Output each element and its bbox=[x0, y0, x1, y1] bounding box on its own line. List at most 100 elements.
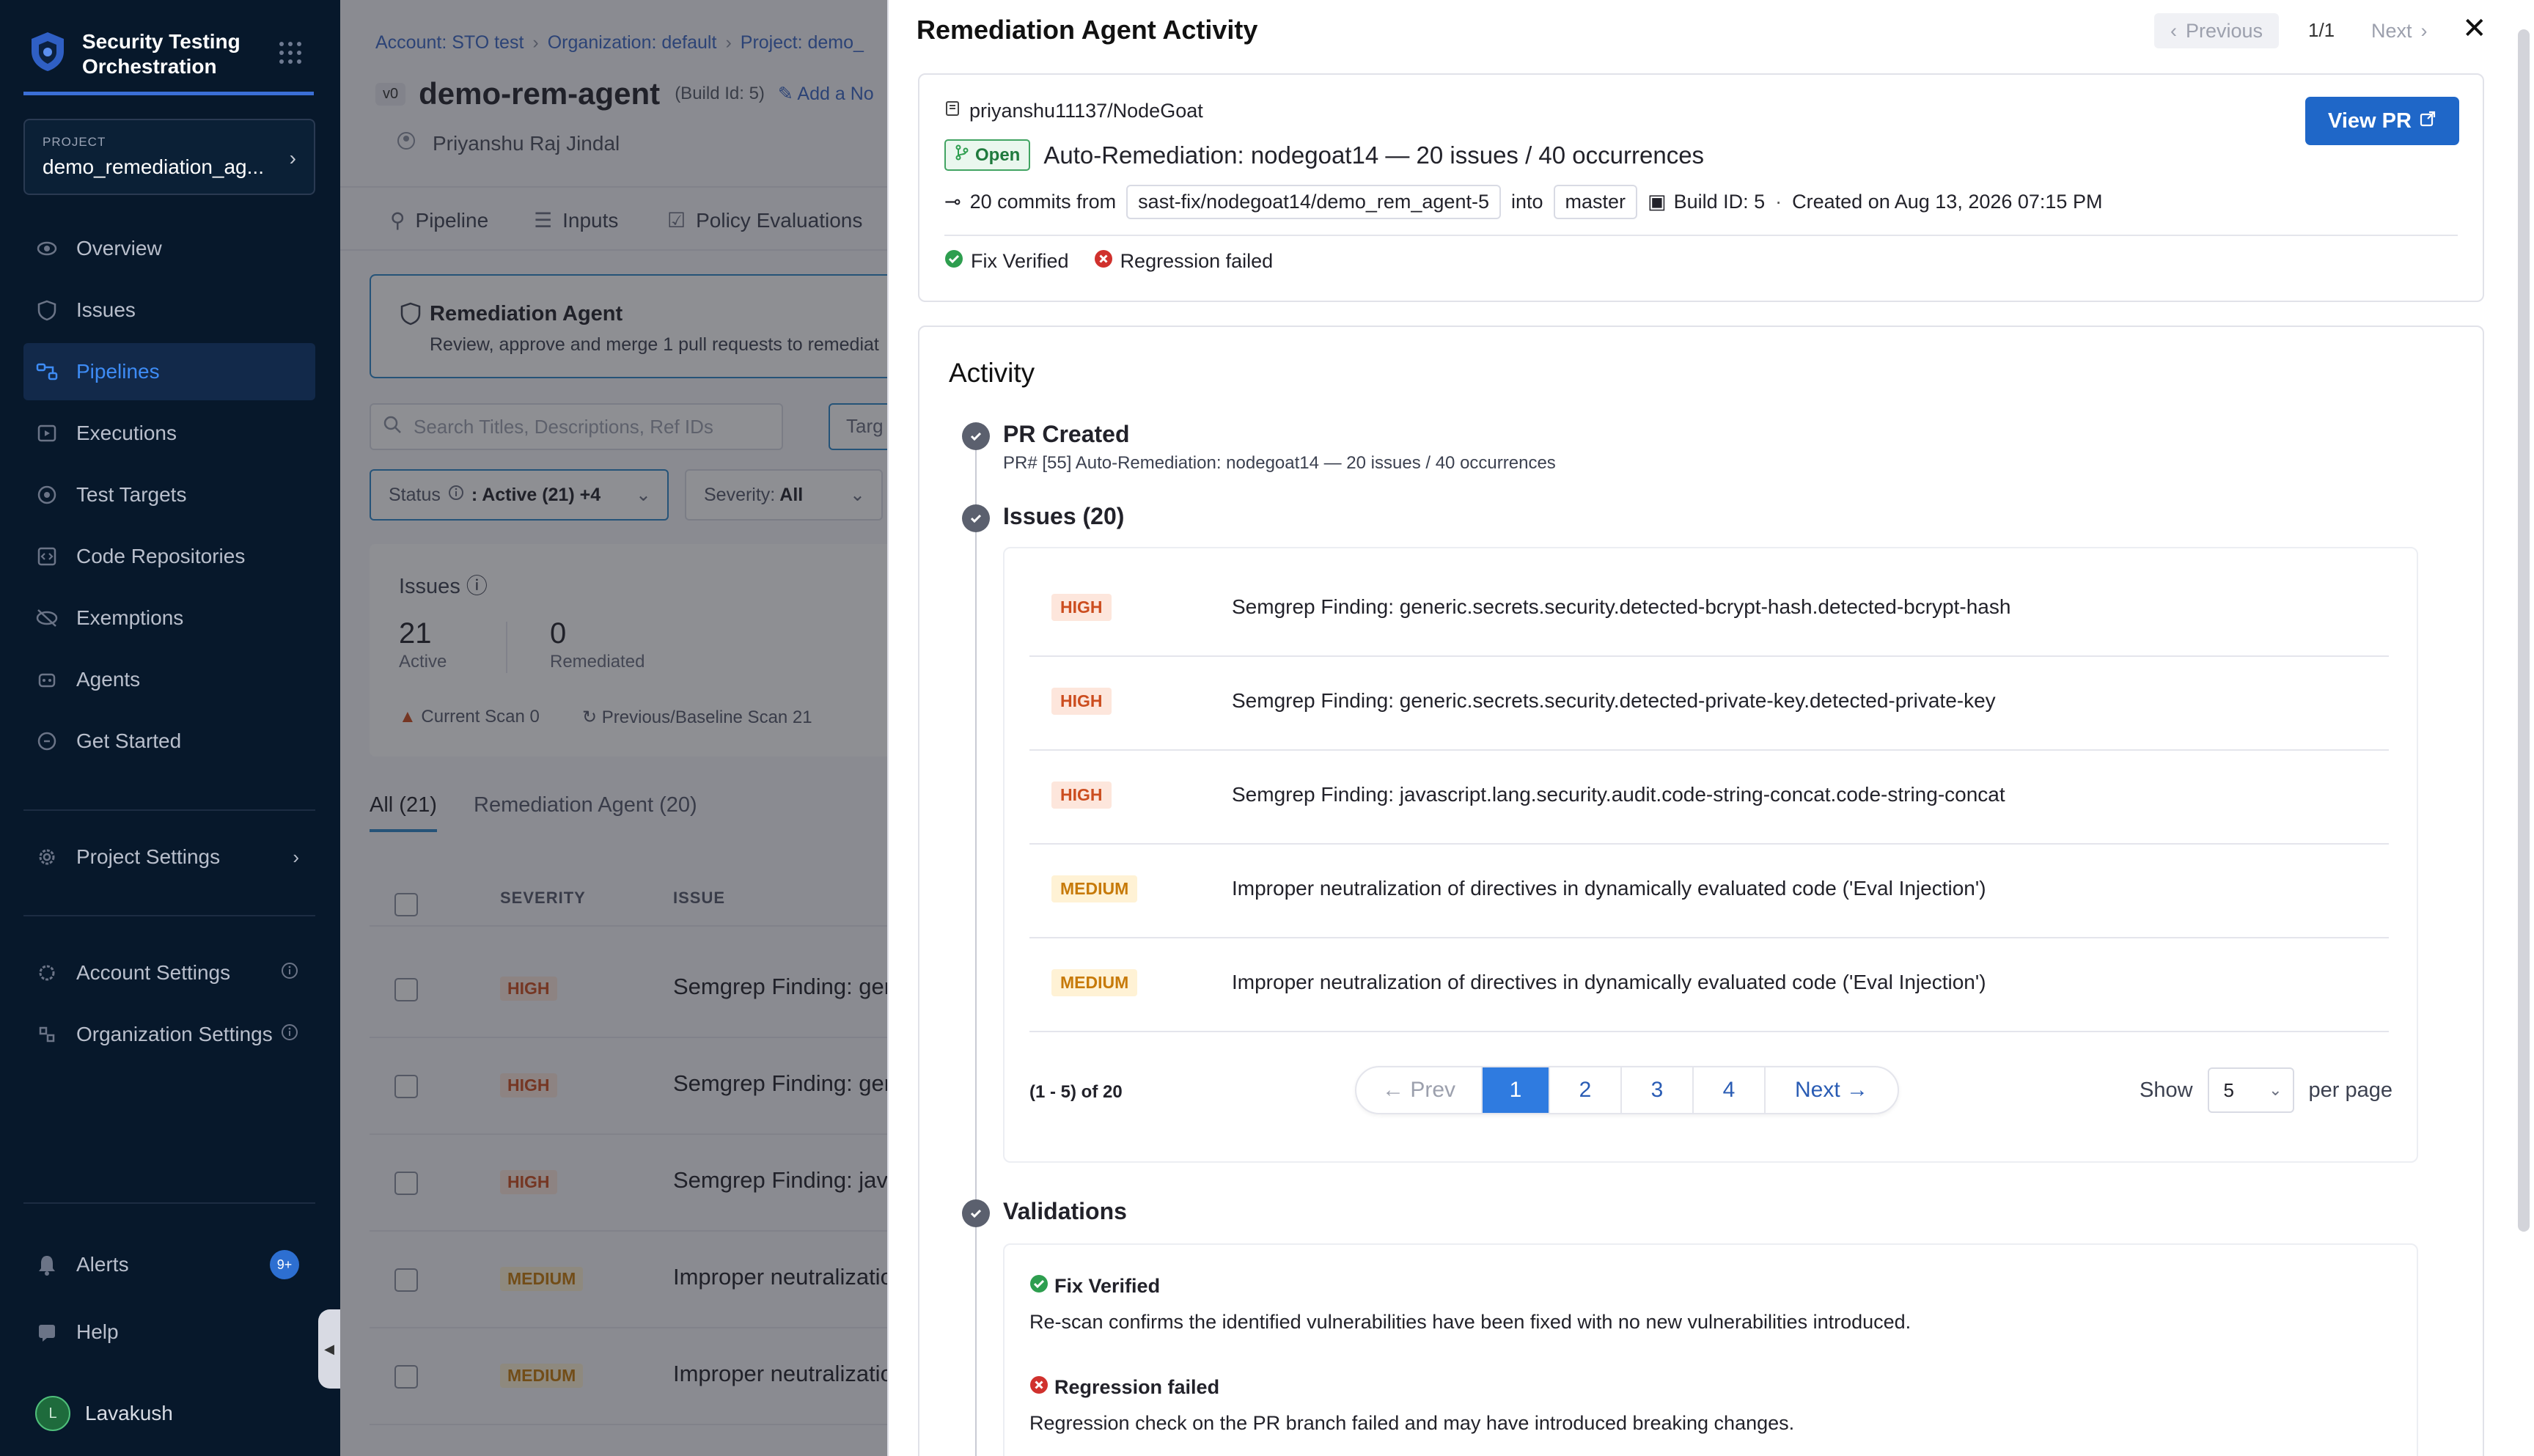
chevron-right-icon: › bbox=[289, 147, 296, 169]
pr-title-row: Open Auto-Remediation: nodegoat14 — 20 i… bbox=[944, 139, 1704, 171]
check-circle-icon bbox=[1029, 1274, 1049, 1298]
sidebar-item-get-started[interactable]: Get Started bbox=[23, 713, 315, 770]
brand-line-2: Orchestration bbox=[82, 55, 217, 78]
left-nav: Security Testing Orchestration PROJECT d… bbox=[0, 0, 340, 1456]
severity-badge: HIGH bbox=[1051, 782, 1112, 809]
issue-title: Semgrep Finding: generic.secrets.securit… bbox=[1232, 595, 2011, 618]
severity-badge: MEDIUM bbox=[1051, 969, 1138, 996]
view-pr-label: View PR bbox=[2328, 109, 2412, 133]
eye-icon bbox=[34, 235, 60, 262]
app-grid-icon[interactable] bbox=[277, 40, 304, 66]
sidebar-item-label: Code Repositories bbox=[76, 545, 246, 567]
regression-description: Regression check on the PR branch failed… bbox=[1029, 1412, 1795, 1434]
build-icon: ▣ bbox=[1648, 191, 1667, 213]
sidebar-item-project-settings[interactable]: Project Settings › bbox=[23, 828, 315, 886]
repo-icon bbox=[944, 100, 961, 122]
error-circle-icon bbox=[1094, 249, 1113, 273]
previous-label: Previous bbox=[2186, 19, 2263, 42]
sidebar-item-exemptions[interactable]: Exemptions bbox=[23, 589, 315, 647]
activity-heading: Activity bbox=[949, 358, 1035, 388]
chevron-right-icon: › bbox=[2420, 19, 2428, 42]
chevron-left-icon: ‹ bbox=[2170, 19, 2177, 42]
issue-title: Improper neutralization of directives in… bbox=[1232, 877, 1986, 900]
collapse-nav-handle[interactable]: ◀ bbox=[318, 1309, 340, 1389]
list-item[interactable]: HIGH Semgrep Finding: generic.secrets.se… bbox=[1029, 657, 2389, 751]
external-link-icon bbox=[2419, 109, 2436, 133]
sidebar-item-help[interactable]: Help bbox=[23, 1304, 315, 1361]
sidebar-item-label: Test Targets bbox=[76, 483, 187, 506]
branch-icon bbox=[955, 144, 969, 166]
source-branch-chip: sast-fix/nodegoat14/demo_rem_agent-5 bbox=[1126, 185, 1501, 219]
error-circle-icon bbox=[1029, 1375, 1049, 1400]
issue-title: Semgrep Finding: generic.secrets.securit… bbox=[1232, 689, 1996, 712]
sidebar-item-label: Organization Settings bbox=[76, 1023, 273, 1045]
list-item[interactable]: MEDIUM Improper neutralization of direct… bbox=[1029, 938, 2389, 1032]
sidebar-item-label: Overview bbox=[76, 237, 162, 260]
sidebar-item-account-settings[interactable]: Account Settings bbox=[23, 944, 315, 1001]
into-text: into bbox=[1510, 191, 1543, 213]
project-caption: PROJECT bbox=[43, 135, 106, 149]
sidebar-item-code-repositories[interactable]: Code Repositories bbox=[23, 528, 315, 585]
close-icon[interactable]: ✕ bbox=[2462, 12, 2487, 45]
sidebar-item-label: Issues bbox=[76, 298, 136, 321]
divider bbox=[944, 235, 2458, 236]
created-date: Created on Aug 13, 2026 07:15 PM bbox=[1792, 191, 2103, 213]
severity-badge: HIGH bbox=[1051, 688, 1112, 715]
sidebar-item-pipelines[interactable]: Pipelines bbox=[23, 343, 315, 400]
account-gear-icon bbox=[34, 960, 60, 986]
user-profile[interactable]: L Lavakush bbox=[35, 1396, 173, 1431]
fix-verified-status: Fix Verified bbox=[944, 249, 1069, 273]
page-button-3[interactable]: 3 bbox=[1622, 1067, 1694, 1113]
shield-icon bbox=[34, 297, 60, 323]
modal-overlay[interactable] bbox=[340, 0, 889, 1456]
repo-name: priyanshu11137/NodeGoat bbox=[969, 100, 1203, 122]
sidebar-item-test-targets[interactable]: Test Targets bbox=[23, 466, 315, 523]
pagination: ← Prev 1 2 3 4 Next → bbox=[1355, 1066, 1899, 1114]
activity-card: Activity PR Created PR# [55] Auto-Remedi… bbox=[918, 326, 2484, 1456]
sidebar-item-issues[interactable]: Issues bbox=[23, 282, 315, 339]
sidebar-item-organization-settings[interactable]: Organization Settings bbox=[23, 1006, 315, 1063]
sidebar-item-label: Alerts bbox=[76, 1253, 129, 1276]
sto-logo-icon bbox=[32, 32, 64, 71]
sidebar-item-alerts[interactable]: Alerts 9+ bbox=[23, 1236, 315, 1293]
divider bbox=[23, 1202, 315, 1204]
page-button-1[interactable]: 1 bbox=[1483, 1067, 1550, 1113]
check-circle-icon bbox=[962, 422, 990, 450]
build-id: Build ID: 5 bbox=[1673, 191, 1766, 213]
pr-created-detail: PR# [55] Auto-Remediation: nodegoat14 — … bbox=[1003, 453, 1556, 473]
pagination-range: (1 - 5) of 20 bbox=[1029, 1082, 1123, 1102]
severity-badge: MEDIUM bbox=[1051, 875, 1138, 902]
sidebar-item-overview[interactable]: Overview bbox=[23, 220, 315, 277]
list-item[interactable]: HIGH Semgrep Finding: javascript.lang.se… bbox=[1029, 751, 2389, 845]
sidebar-item-executions[interactable]: Executions bbox=[23, 405, 315, 462]
next-page-button[interactable]: Next → bbox=[1766, 1067, 1898, 1113]
help-icon bbox=[34, 1319, 60, 1345]
per-page-select[interactable]: 5 ⌄ bbox=[2207, 1067, 2294, 1113]
remediation-activity-drawer: Remediation Agent Activity ‹ Previous 1/1… bbox=[887, 0, 2534, 1456]
next-button[interactable]: Next › bbox=[2355, 13, 2444, 48]
page-button-2[interactable]: 2 bbox=[1550, 1067, 1622, 1113]
pr-open-badge: Open bbox=[944, 139, 1031, 171]
sidebar-item-label: Help bbox=[76, 1320, 119, 1343]
list-item[interactable]: MEDIUM Improper neutralization of direct… bbox=[1029, 845, 2389, 938]
commit-icon: ⊸ bbox=[944, 191, 961, 213]
alerts-count-badge: 9+ bbox=[270, 1250, 299, 1279]
list-item[interactable]: HIGH Semgrep Finding: generic.secrets.se… bbox=[1029, 563, 2389, 657]
page-button-4[interactable]: 4 bbox=[1694, 1067, 1766, 1113]
per-page-control: Show 5 ⌄ per page bbox=[2140, 1067, 2392, 1113]
code-icon bbox=[34, 543, 60, 570]
prev-page-button[interactable]: ← Prev bbox=[1356, 1067, 1483, 1113]
previous-button[interactable]: ‹ Previous bbox=[2154, 13, 2280, 48]
sidebar-item-agents[interactable]: Agents bbox=[23, 651, 315, 708]
show-label: Show bbox=[2140, 1078, 2193, 1102]
check-circle-icon bbox=[962, 1199, 990, 1227]
scrollbar[interactable] bbox=[2518, 29, 2530, 1232]
sidebar-item-label: Exemptions bbox=[76, 606, 184, 629]
chevron-down-icon: ⌄ bbox=[2269, 1081, 2283, 1099]
repo: priyanshu11137/NodeGoat bbox=[944, 100, 1203, 122]
regression-title-text: Regression failed bbox=[1054, 1376, 1220, 1398]
fix-verified-title: Fix Verified bbox=[1029, 1274, 1160, 1298]
view-pr-button[interactable]: View PR bbox=[2305, 97, 2459, 145]
project-selector[interactable]: PROJECT demo_remediation_ag... › bbox=[23, 119, 315, 195]
bell-icon bbox=[34, 1251, 60, 1278]
